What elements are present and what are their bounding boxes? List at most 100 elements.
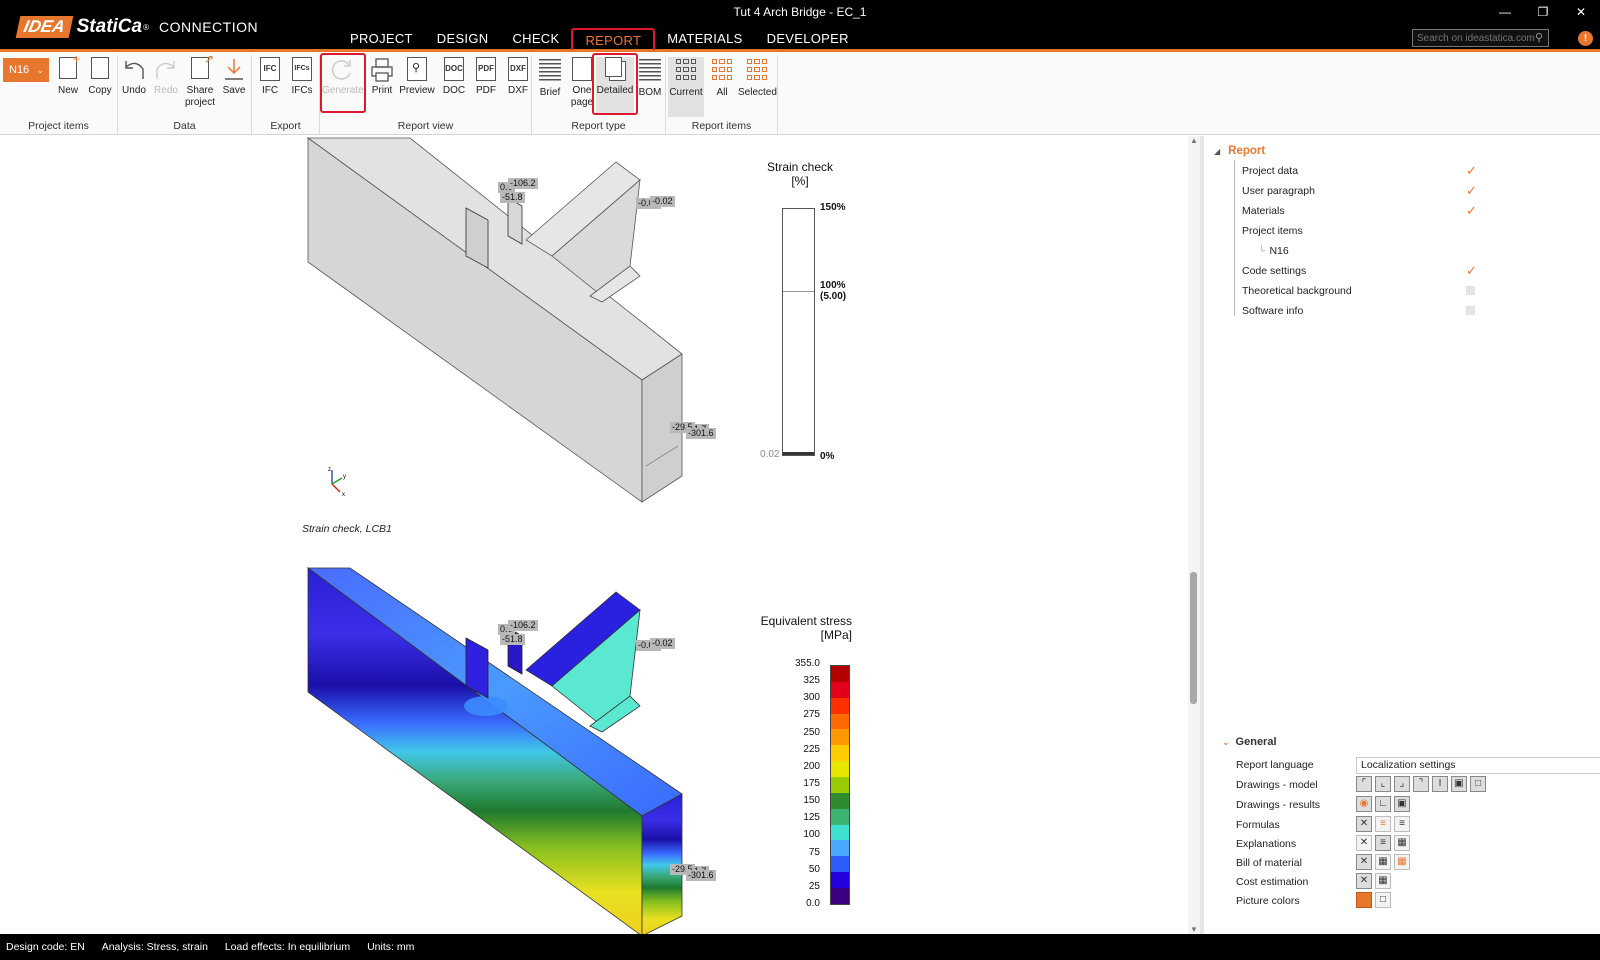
checkbox-checked-icon[interactable]: ✓ xyxy=(1466,264,1478,277)
search-input[interactable] xyxy=(1412,29,1549,47)
axes-view-icon[interactable]: ⌜ xyxy=(1356,776,1372,792)
info-icon[interactable]: ! xyxy=(1578,31,1593,46)
section-view-icon[interactable]: I xyxy=(1432,776,1448,792)
share-project-button[interactable]: ↗ Share project xyxy=(182,53,218,109)
ifcs-button[interactable]: IFCs IFCs xyxy=(286,57,318,97)
checkbox-checked-icon[interactable]: ✓ xyxy=(1466,164,1478,177)
formula-option-icon[interactable]: ≡ xyxy=(1375,816,1391,832)
tree-item-user-paragraph[interactable]: User paragraph ✓ xyxy=(1242,182,1482,200)
table-option-icon[interactable]: ▦ xyxy=(1375,854,1391,870)
stress-legend-swatch xyxy=(831,761,849,778)
scroll-up-icon[interactable]: ▲ xyxy=(1188,136,1200,145)
wireframe-cube-icon[interactable]: □ xyxy=(1375,892,1391,908)
tree-item-project-data[interactable]: Project data ✓ xyxy=(1242,162,1482,180)
brief-label: Brief xyxy=(539,87,561,98)
side-view-icon[interactable]: ⌟ xyxy=(1394,776,1410,792)
brief-button[interactable]: Brief xyxy=(534,57,566,99)
restore-icon[interactable]: ❐ xyxy=(1524,0,1562,24)
tree-item-code-settings[interactable]: Code settings ✓ xyxy=(1242,262,1482,280)
top-view-icon[interactable]: ⌝ xyxy=(1413,776,1429,792)
copy-button[interactable]: Copy xyxy=(84,57,116,97)
none-option-icon[interactable]: ✕ xyxy=(1356,873,1372,889)
undo-icon xyxy=(122,57,146,83)
graph-result-icon[interactable]: ∟ xyxy=(1375,796,1391,812)
bom-button[interactable]: BOM xyxy=(634,57,666,99)
redo-button[interactable]: Redo xyxy=(150,57,182,97)
none-option-icon[interactable]: ✕ xyxy=(1356,816,1372,832)
report-canvas[interactable]: 0.0 -106.2 -51.8 -0.05 -0.02 -29.5 1.7 -… xyxy=(0,136,1188,934)
stress-legend-swatch xyxy=(831,888,849,904)
item-selector[interactable]: N16 ⌄ xyxy=(3,58,49,82)
tree-item-n16[interactable]: └ N16 xyxy=(1258,242,1458,260)
checkbox-unchecked-icon[interactable] xyxy=(1466,286,1475,295)
stress-legend-swatch xyxy=(831,745,849,762)
table-option-icon[interactable]: ▦ xyxy=(1375,873,1391,889)
logo-reg: ® xyxy=(143,22,149,32)
none-option-icon[interactable]: ✕ xyxy=(1356,835,1372,851)
minimize-icon[interactable]: — xyxy=(1486,0,1524,24)
stress-legend-swatch xyxy=(831,777,849,793)
undo-button[interactable]: Undo xyxy=(118,57,150,97)
checkbox-checked-icon[interactable]: ✓ xyxy=(1466,184,1478,197)
dxf-button[interactable]: DXF DXF xyxy=(502,57,534,97)
strain-label-150: 150% xyxy=(820,202,846,213)
text-option-icon[interactable]: ≡ xyxy=(1394,816,1410,832)
all-button[interactable]: All xyxy=(706,57,738,99)
close-icon[interactable]: ✕ xyxy=(1562,0,1600,24)
ifc-icon: IFC xyxy=(258,57,282,83)
new-button[interactable]: + New xyxy=(52,53,84,97)
image-view-icon[interactable]: ▣ xyxy=(1451,776,1467,792)
save-button[interactable]: Save xyxy=(218,57,250,97)
tree-root[interactable]: ◢ Report xyxy=(1214,142,1265,160)
nav-design[interactable]: DESIGN xyxy=(425,28,501,50)
scroll-down-icon[interactable]: ▼ xyxy=(1188,925,1200,934)
dxf-icon: DXF xyxy=(506,57,530,83)
search-icon[interactable]: ⚲ xyxy=(1535,31,1549,45)
preview-button[interactable]: ⚲ Preview xyxy=(398,57,436,97)
redo-icon xyxy=(154,57,178,83)
row-picture-colors: Picture colors □ xyxy=(1236,892,1391,911)
group-report-type: Brief One page Detailed BOM Report type xyxy=(532,53,666,135)
stress-result-icon[interactable]: ◉ xyxy=(1356,796,1372,812)
tree-item-label: Materials xyxy=(1242,205,1285,217)
selected-button[interactable]: Selected xyxy=(738,57,777,99)
text-option-icon[interactable]: ≡ xyxy=(1375,835,1391,851)
stress-scale-label: 200 xyxy=(803,760,820,772)
nav-developer[interactable]: DEVELOPER xyxy=(755,28,861,50)
print-button[interactable]: Print xyxy=(366,57,398,97)
tree-item-project-items[interactable]: Project items xyxy=(1242,222,1482,240)
ifc-button[interactable]: IFC IFC xyxy=(254,57,286,97)
stress-scale-label: 125 xyxy=(803,812,820,824)
checkbox-checked-icon[interactable]: ✓ xyxy=(1466,204,1478,217)
report-language-select[interactable]: Localization settings⌄ xyxy=(1356,757,1600,774)
crop-view-icon[interactable]: □ xyxy=(1470,776,1486,792)
nav-materials[interactable]: MATERIALS xyxy=(655,28,754,50)
bom-label: BOM xyxy=(638,87,662,98)
vertical-scrollbar[interactable]: ▲ ▼ xyxy=(1188,136,1200,934)
pdf-button[interactable]: PDF PDF xyxy=(470,57,502,97)
nav-report[interactable]: REPORT xyxy=(571,28,656,50)
scroll-thumb[interactable] xyxy=(1190,572,1197,704)
ifc-label: IFC xyxy=(261,85,279,96)
color-cube-icon[interactable] xyxy=(1356,892,1372,908)
none-option-icon[interactable]: ✕ xyxy=(1356,854,1372,870)
tree-item-theoretical-background[interactable]: Theoretical background xyxy=(1242,282,1482,300)
value-tag: -51.8 xyxy=(500,192,525,203)
preview-icon: ⚲ xyxy=(405,57,429,83)
svg-text:x: x xyxy=(342,492,345,498)
tree-item-software-info[interactable]: Software info xyxy=(1242,302,1482,320)
nav-project[interactable]: PROJECT xyxy=(338,28,425,50)
general-section-header[interactable]: ⌄ General xyxy=(1222,736,1277,748)
table-option-icon[interactable]: ▦ xyxy=(1394,835,1410,851)
tree-item-materials[interactable]: Materials ✓ xyxy=(1242,202,1482,220)
front-view-icon[interactable]: ⌞ xyxy=(1375,776,1391,792)
picture-result-icon[interactable]: ▣ xyxy=(1394,796,1410,812)
nav-check[interactable]: CHECK xyxy=(500,28,571,50)
doc-button[interactable]: DOC DOC xyxy=(438,57,470,97)
collapse-icon[interactable]: ◢ xyxy=(1214,147,1220,156)
current-button[interactable]: Current xyxy=(668,57,704,117)
report-language-label: Report language xyxy=(1236,759,1314,771)
detailed-table-icon[interactable]: ▦ xyxy=(1394,854,1410,870)
checkbox-unchecked-icon[interactable] xyxy=(1466,306,1475,315)
value-tag: -51.8 xyxy=(500,634,525,645)
